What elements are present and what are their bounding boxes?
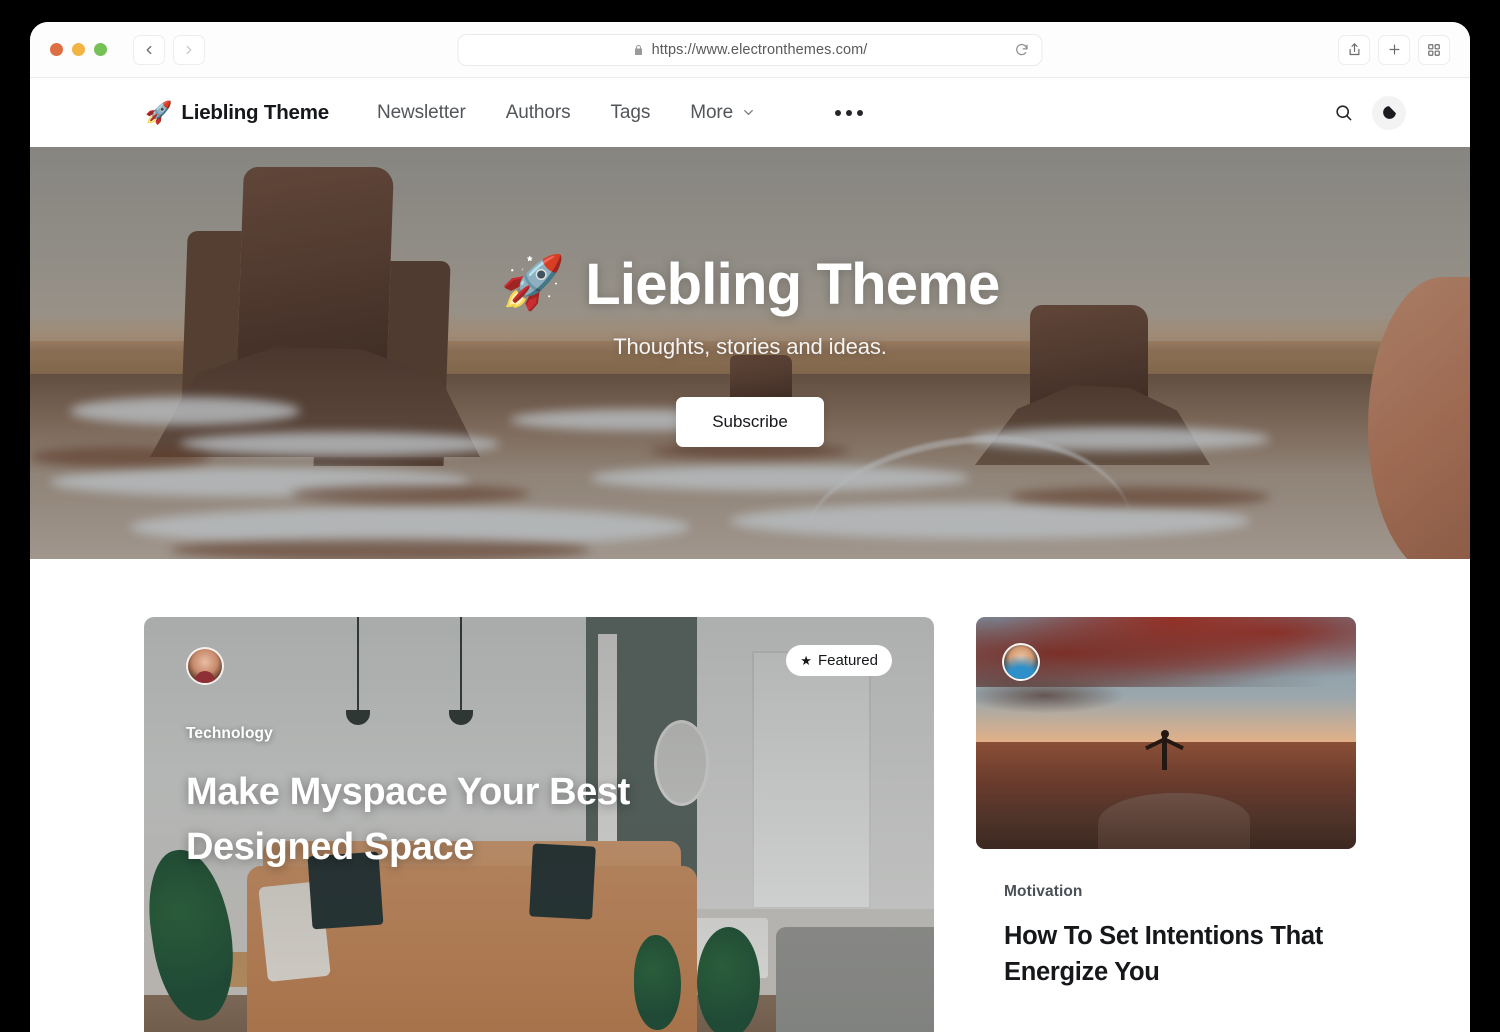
nav-overflow-button[interactable] xyxy=(835,109,864,116)
chevron-right-icon xyxy=(186,45,192,54)
minimize-window-button[interactable] xyxy=(72,43,85,56)
featured-post-card[interactable]: ★ Featured Technology Make Myspace Your … xyxy=(144,617,934,1032)
url-text: https://www.electronthemes.com/ xyxy=(651,41,868,58)
grid-icon xyxy=(1428,43,1440,56)
plus-icon xyxy=(1389,44,1399,55)
post-card[interactable]: Motivation How To Set Intentions That En… xyxy=(976,617,1356,1032)
hero-subtitle: Thoughts, stories and ideas. xyxy=(613,334,887,359)
search-button[interactable] xyxy=(1332,102,1354,124)
hero-title: Liebling Theme xyxy=(585,252,1000,317)
post-feed: ★ Featured Technology Make Myspace Your … xyxy=(30,559,1470,1032)
featured-badge-label: Featured xyxy=(817,652,878,669)
site-header: 🚀 Liebling Theme Newsletter Authors Tags… xyxy=(30,78,1470,147)
ellipsis-dot xyxy=(846,109,853,116)
hero-content: 🚀 Liebling Theme Thoughts, stories and i… xyxy=(30,147,1470,559)
nav-label: Tags xyxy=(610,101,651,123)
new-tab-button[interactable] xyxy=(1378,34,1410,65)
nav-label: More xyxy=(690,101,734,123)
share-button[interactable] xyxy=(1338,34,1370,65)
featured-post-title: Make Myspace Your Best Designed Space xyxy=(186,771,630,869)
maximize-window-button[interactable] xyxy=(94,43,107,56)
author-avatar[interactable] xyxy=(1002,643,1040,681)
forward-button[interactable] xyxy=(173,34,205,65)
hero-banner: 🚀 Liebling Theme Thoughts, stories and i… xyxy=(30,147,1470,559)
subscribe-button[interactable]: Subscribe xyxy=(676,397,824,447)
nav-label: Newsletter xyxy=(376,101,466,123)
browser-window: https://www.electronthemes.com/ 🚀 Liebli… xyxy=(30,22,1470,1032)
browser-toolbar: https://www.electronthemes.com/ xyxy=(30,22,1470,78)
featured-post-text: Technology Make Myspace Your Best Design… xyxy=(186,725,874,875)
hero-title-row: 🚀 Liebling Theme xyxy=(500,251,1001,318)
brand-name: Liebling Theme xyxy=(181,100,329,124)
post-thumbnail xyxy=(976,617,1356,849)
window-traffic-lights xyxy=(50,43,107,56)
chevron-down-icon xyxy=(744,110,753,115)
featured-post-category[interactable]: Technology xyxy=(186,725,874,743)
reload-button[interactable] xyxy=(1015,42,1030,57)
address-bar[interactable]: https://www.electronthemes.com/ xyxy=(457,33,1043,66)
rocket-icon: 🚀 xyxy=(500,253,566,312)
ellipsis-dot xyxy=(857,109,864,116)
dark-mode-toggle[interactable] xyxy=(1372,95,1406,130)
tabs-overview-button[interactable] xyxy=(1418,34,1450,65)
star-icon: ★ xyxy=(800,653,812,668)
browser-actions xyxy=(1338,34,1450,65)
lock-icon xyxy=(635,44,643,55)
ellipsis-dot xyxy=(835,109,842,116)
back-button[interactable] xyxy=(133,34,165,65)
search-icon xyxy=(1335,105,1351,121)
reload-icon xyxy=(1016,43,1028,56)
featured-badge[interactable]: ★ Featured xyxy=(786,645,892,676)
close-window-button[interactable] xyxy=(50,43,63,56)
brand-logo[interactable]: 🚀 Liebling Theme xyxy=(145,101,329,125)
post-category[interactable]: Motivation xyxy=(1004,883,1328,901)
share-icon xyxy=(1349,43,1359,56)
rocket-icon: 🚀 xyxy=(145,99,173,125)
navigation-buttons xyxy=(133,34,205,65)
nav-item-authors[interactable]: Authors xyxy=(506,102,571,124)
nav-item-tags[interactable]: Tags xyxy=(610,102,650,124)
nav-label: Authors xyxy=(505,101,571,123)
post-title: How To Set Intentions That Energize You xyxy=(1004,922,1323,987)
post-meta: Motivation How To Set Intentions That En… xyxy=(976,849,1356,990)
author-avatar[interactable] xyxy=(186,647,224,685)
header-actions xyxy=(1332,95,1406,130)
nav-item-more[interactable]: More xyxy=(690,102,756,124)
main-navigation: Newsletter Authors Tags More xyxy=(377,102,864,124)
chevron-left-icon xyxy=(146,45,152,54)
nav-item-newsletter[interactable]: Newsletter xyxy=(377,102,466,124)
moon-icon xyxy=(1382,106,1396,119)
